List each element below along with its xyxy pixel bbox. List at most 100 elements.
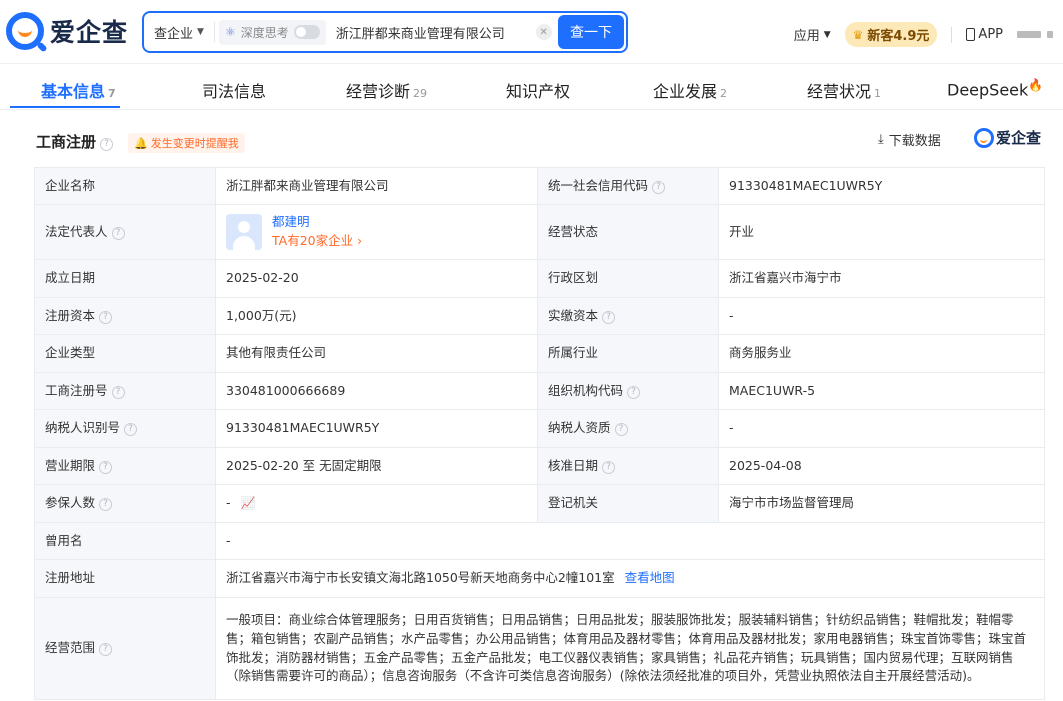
former-name-label: 曾用名 (34, 522, 216, 560)
crown-icon: ♛ (852, 27, 864, 42)
help-icon[interactable]: ? (602, 460, 616, 474)
tab-count: 29 (413, 87, 428, 100)
label-text: 参保人数 (45, 495, 96, 511)
deep-think-label: 深度思考 (240, 25, 289, 40)
type-value: 其他有限责任公司 (215, 334, 538, 373)
logo[interactable]: 爱企查 (6, 12, 128, 50)
found-date-value: 2025-02-20 (215, 259, 538, 298)
avatar[interactable] (226, 214, 262, 250)
paid-capital-label: 实缴资本? (537, 297, 719, 335)
label-text: 实缴资本 (548, 307, 599, 323)
table-row: 注册地址 浙江省嘉兴市海宁市长安镇文海北路1050号新天地商务中心2幢101室查… (34, 559, 1045, 598)
apps-menu[interactable]: 应用 ▼ (794, 25, 831, 44)
company-name-label: 企业名称 (34, 167, 216, 205)
tab-count: 7 (108, 87, 116, 100)
tab-label: 知识产权 (506, 82, 571, 101)
legal-rep-companies-link[interactable]: TA有20家企业 › (272, 232, 362, 251)
help-icon[interactable]: ? (99, 310, 113, 324)
trend-chart-icon[interactable]: 📈 (241, 496, 256, 510)
logo-icon (6, 12, 44, 50)
help-icon[interactable]: ? (652, 180, 666, 194)
help-icon[interactable]: ? (99, 643, 113, 657)
table-row: 企业名称 浙江胖都来商业管理有限公司 统一社会信用代码? 91330481MAE… (34, 167, 1045, 205)
toggle-switch[interactable] (293, 25, 320, 39)
help-icon[interactable]: ? (602, 310, 616, 324)
help-icon[interactable]: ? (111, 385, 125, 399)
search-bar: 查企业 ▼ ⚛ 深度思考 ✕ 查一下 (142, 11, 628, 53)
tab-deepseek[interactable]: DeepSeek🔥 (947, 78, 1043, 99)
logo-text: 爱企查 (50, 18, 129, 47)
org-code-value: MAEC1UWR-5 (718, 372, 1045, 410)
type-label: 企业类型 (34, 334, 216, 373)
search-button[interactable]: 查一下 (558, 15, 624, 49)
label-text: 注册资本 (45, 307, 96, 323)
table-row: 工商注册号? 330481000666689 组织机构代码? MAEC1UWR-… (34, 372, 1045, 410)
insured-value: - 📈 (215, 484, 538, 523)
deep-think-icon: ⚛ (224, 25, 236, 39)
insured-text: - (226, 495, 231, 511)
legal-rep-value: 都建明 TA有20家企业 › (215, 204, 538, 260)
label-text: 经营范围 (45, 640, 96, 656)
label-text: 法定代表人 (45, 223, 108, 239)
app-download-link[interactable]: APP (966, 27, 1003, 42)
apps-label: 应用 (793, 29, 820, 44)
help-icon[interactable]: ? (99, 460, 113, 474)
status-value: 开业 (718, 204, 1045, 260)
download-data-button[interactable]: ⤓ 下载数据 (878, 130, 941, 149)
label-text: 纳税人资质 (548, 420, 611, 436)
help-icon[interactable]: ? (627, 385, 641, 399)
help-icon[interactable]: ? (614, 423, 628, 437)
search-input[interactable] (335, 24, 526, 40)
legal-rep-name-link[interactable]: 都建明 (272, 213, 362, 232)
tab-business-diagnosis[interactable]: 经营诊断 29 (346, 78, 427, 102)
help-icon[interactable]: ? (100, 137, 114, 151)
table-row: 注册资本? 1,000万(元) 实缴资本? - (34, 297, 1045, 335)
label-text: 统一社会信用代码 (548, 177, 649, 193)
table-row: 纳税人识别号? 91330481MAEC1UWR5Y 纳税人资质? - (34, 409, 1045, 448)
table-row: 参保人数? - 📈 登记机关 海宁市市场监督管理局 (34, 484, 1045, 523)
brand-text: 爱企查 (996, 129, 1042, 147)
org-code-label: 组织机构代码? (537, 372, 719, 410)
tab-judicial-info[interactable]: 司法信息 (202, 78, 266, 102)
view-map-link[interactable]: 查看地图 (625, 570, 675, 585)
tab-basic-info[interactable]: 基本信息 7 (41, 78, 116, 102)
nav-tabs: 基本信息 7 司法信息 经营诊断 29 知识产权 企业发展 2 经营状况 1 DeepS… (0, 66, 1063, 112)
term-value: 2025-02-20 至 无固定期限 (215, 447, 538, 485)
app-label: APP (978, 27, 1003, 42)
vip-promo-button[interactable]: ♛ 新客4.9元 (844, 22, 938, 47)
deep-think-toggle[interactable]: ⚛ 深度思考 (218, 19, 326, 45)
credit-code-label: 统一社会信用代码? (537, 167, 719, 205)
divider (213, 22, 215, 42)
tab-business-status[interactable]: 经营状况 1 (807, 78, 881, 102)
tab-intellectual-property[interactable]: 知识产权 (506, 78, 570, 102)
label-text: 纳税人识别号 (45, 420, 121, 436)
table-row: 营业期限? 2025-02-20 至 无固定期限 核准日期? 2025-04-0… (34, 447, 1045, 485)
help-icon[interactable]: ? (99, 498, 113, 512)
clear-icon[interactable]: ✕ (535, 24, 552, 40)
help-icon[interactable]: ? (111, 226, 125, 240)
table-row: 法定代表人? 都建明 TA有20家企业 › 经营状态 开业 (34, 204, 1045, 260)
reg-no-label: 工商注册号? (34, 372, 216, 410)
search-type-dropdown[interactable]: 查企业 ▼ (144, 13, 214, 51)
search-type-label: 查企业 (154, 26, 194, 42)
tab-enterprise-development[interactable]: 企业发展 2 (653, 78, 727, 102)
change-reminder-button[interactable]: 🔔 发生变更时提醒我 (128, 133, 245, 153)
credit-code-value: 91330481MAEC1UWR5Y (718, 167, 1045, 205)
tab-label: DeepSeek (947, 80, 1029, 100)
tab-label: 基本信息 (41, 82, 106, 101)
help-icon[interactable]: ? (124, 423, 138, 437)
label-text: 组织机构代码 (548, 382, 624, 398)
scope-label: 经营范围? (34, 597, 216, 700)
paid-capital-value: - (718, 297, 1045, 335)
authority-label: 登记机关 (537, 484, 719, 523)
region-value: 浙江省嘉兴市海宁市 (718, 259, 1045, 298)
section-title: 工商注册? (36, 131, 114, 152)
brand-watermark: 爱企查 (974, 127, 1041, 148)
status-label: 经营状态 (537, 204, 719, 260)
chevron-right-icon: › (357, 233, 363, 248)
label-text: 核准日期 (548, 457, 599, 473)
taxpayer-id-value: 91330481MAEC1UWR5Y (215, 409, 538, 448)
user-menu[interactable] (1017, 31, 1053, 38)
address-text: 浙江省嘉兴市海宁市长安镇文海北路1050号新天地商务中心2幢101室 (226, 570, 615, 586)
remind-label: 发生变更时提醒我 (150, 137, 239, 150)
